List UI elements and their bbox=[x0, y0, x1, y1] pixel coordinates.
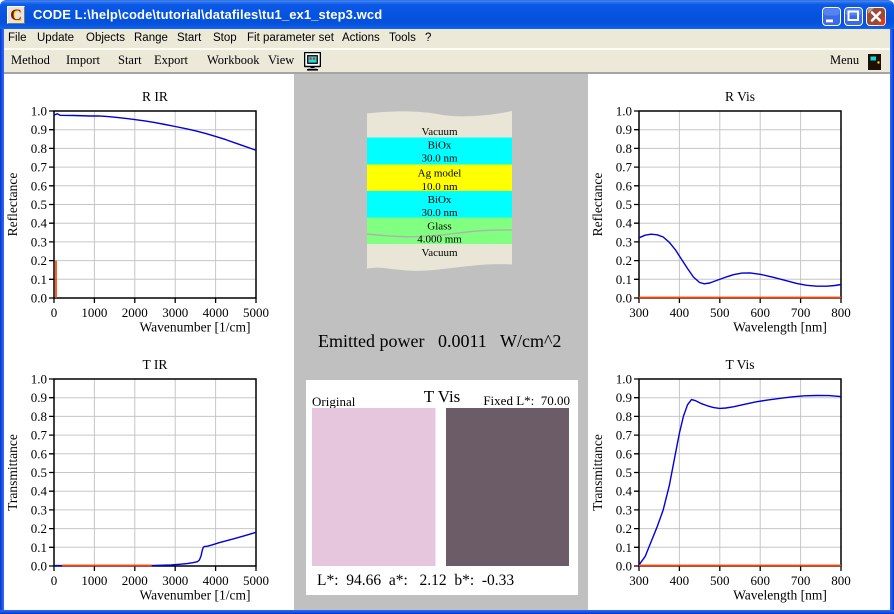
svg-text:4.000 mm: 4.000 mm bbox=[417, 234, 462, 246]
svg-text:1.0: 1.0 bbox=[616, 104, 632, 119]
svg-text:Fixed L*: 70.00: Fixed L*: 70.00 bbox=[483, 393, 570, 408]
svg-text:0.4: 0.4 bbox=[616, 216, 633, 231]
svg-text:Reflectance: Reflectance bbox=[590, 173, 605, 237]
svg-text:0.6: 0.6 bbox=[616, 446, 633, 461]
svg-text:T IR: T IR bbox=[143, 357, 168, 372]
svg-text:Wavenumber [1/cm]: Wavenumber [1/cm] bbox=[140, 588, 251, 603]
svg-text:Emitted power 0.0011 W/cm^: Emitted power 0.0011 W/cm^2 bbox=[318, 331, 561, 351]
svg-text:0.6: 0.6 bbox=[31, 446, 48, 461]
svg-text:1.0: 1.0 bbox=[616, 372, 632, 387]
svg-text:5000: 5000 bbox=[243, 305, 269, 320]
svg-text:0.6: 0.6 bbox=[616, 178, 633, 193]
svg-text:500: 500 bbox=[710, 305, 730, 320]
svg-text:0.5: 0.5 bbox=[31, 465, 47, 480]
svg-text:0.0: 0.0 bbox=[616, 291, 632, 306]
svg-text:Wavelength [nm]: Wavelength [nm] bbox=[733, 588, 827, 603]
svg-text:800: 800 bbox=[831, 305, 851, 320]
svg-text:0.1: 0.1 bbox=[616, 272, 632, 287]
svg-text:1000: 1000 bbox=[81, 305, 107, 320]
svg-text:R Vis: R Vis bbox=[725, 89, 755, 104]
svg-text:300: 300 bbox=[629, 305, 649, 320]
svg-text:0.8: 0.8 bbox=[31, 409, 47, 424]
svg-text:3000: 3000 bbox=[162, 305, 188, 320]
svg-text:30.0 nm: 30.0 nm bbox=[421, 207, 458, 219]
svg-text:Ag model: Ag model bbox=[418, 168, 462, 180]
svg-text:0.5: 0.5 bbox=[31, 197, 47, 212]
svg-text:0.7: 0.7 bbox=[31, 160, 48, 175]
svg-text:0.1: 0.1 bbox=[31, 540, 47, 555]
svg-text:0.0: 0.0 bbox=[616, 559, 632, 574]
svg-text:0.2: 0.2 bbox=[31, 253, 47, 268]
svg-text:30.0 nm: 30.0 nm bbox=[421, 153, 458, 165]
svg-text:0.7: 0.7 bbox=[31, 428, 48, 443]
svg-text:0: 0 bbox=[51, 573, 58, 588]
svg-text:0.5: 0.5 bbox=[616, 197, 632, 212]
svg-text:Transmittance: Transmittance bbox=[5, 434, 20, 511]
svg-text:Original: Original bbox=[312, 394, 356, 409]
svg-text:Vacuum: Vacuum bbox=[421, 126, 457, 138]
svg-text:5000: 5000 bbox=[243, 573, 269, 588]
svg-text:600: 600 bbox=[750, 573, 770, 588]
svg-text:0.2: 0.2 bbox=[616, 521, 632, 536]
svg-text:700: 700 bbox=[791, 305, 811, 320]
svg-text:600: 600 bbox=[750, 305, 770, 320]
svg-text:0.9: 0.9 bbox=[616, 122, 632, 137]
svg-text:0.3: 0.3 bbox=[31, 234, 47, 249]
svg-text:0.8: 0.8 bbox=[616, 141, 632, 156]
svg-text:BiOx: BiOx bbox=[428, 194, 452, 206]
svg-text:T Vis: T Vis bbox=[725, 357, 754, 372]
svg-text:800: 800 bbox=[831, 573, 851, 588]
svg-text:0.1: 0.1 bbox=[616, 540, 632, 555]
svg-text:Wavelength [nm]: Wavelength [nm] bbox=[733, 320, 827, 335]
svg-text:Vacuum: Vacuum bbox=[421, 247, 457, 259]
svg-text:0.8: 0.8 bbox=[616, 409, 632, 424]
svg-text:0.3: 0.3 bbox=[616, 502, 632, 517]
svg-text:1.0: 1.0 bbox=[31, 372, 47, 387]
svg-text:500: 500 bbox=[710, 573, 730, 588]
svg-text:1.0: 1.0 bbox=[31, 104, 47, 119]
svg-text:0.6: 0.6 bbox=[31, 178, 48, 193]
svg-text:0.7: 0.7 bbox=[616, 160, 633, 175]
svg-text:0.3: 0.3 bbox=[31, 502, 47, 517]
svg-text:0.1: 0.1 bbox=[31, 272, 47, 287]
svg-text:400: 400 bbox=[670, 573, 690, 588]
svg-text:0: 0 bbox=[51, 305, 58, 320]
svg-text:700: 700 bbox=[791, 573, 811, 588]
svg-text:0.0: 0.0 bbox=[31, 559, 47, 574]
svg-text:Glass: Glass bbox=[427, 220, 451, 232]
svg-text:2000: 2000 bbox=[122, 305, 148, 320]
svg-text:3000: 3000 bbox=[162, 573, 188, 588]
svg-text:0.5: 0.5 bbox=[616, 465, 632, 480]
svg-text:4000: 4000 bbox=[203, 573, 229, 588]
svg-text:0.9: 0.9 bbox=[31, 122, 47, 137]
svg-text:Transmittance: Transmittance bbox=[590, 434, 605, 511]
svg-text:T Vis: T Vis bbox=[424, 387, 461, 406]
svg-text:BiOx: BiOx bbox=[428, 140, 452, 152]
svg-text:0.9: 0.9 bbox=[31, 390, 47, 405]
svg-text:0.4: 0.4 bbox=[31, 216, 48, 231]
svg-text:R IR: R IR bbox=[142, 89, 168, 104]
svg-text:300: 300 bbox=[629, 573, 649, 588]
svg-text:Reflectance: Reflectance bbox=[5, 173, 20, 237]
svg-text:0.4: 0.4 bbox=[31, 484, 48, 499]
svg-text:0.0: 0.0 bbox=[31, 291, 47, 306]
svg-text:0.2: 0.2 bbox=[31, 521, 47, 536]
svg-text:Wavenumber [1/cm]: Wavenumber [1/cm] bbox=[140, 320, 251, 335]
svg-text:0.3: 0.3 bbox=[616, 234, 632, 249]
svg-text:0.7: 0.7 bbox=[616, 428, 633, 443]
svg-text:400: 400 bbox=[670, 305, 690, 320]
svg-text:2000: 2000 bbox=[122, 573, 148, 588]
svg-text:0.9: 0.9 bbox=[616, 390, 632, 405]
svg-text:0.4: 0.4 bbox=[616, 484, 633, 499]
svg-text:4000: 4000 bbox=[203, 305, 229, 320]
svg-text:L*: 94.66 a*: 2.12 b*: -: L*: 94.66 a*: 2.12 b*: -0.33 bbox=[317, 572, 514, 589]
svg-text:10.0 nm: 10.0 nm bbox=[421, 181, 458, 193]
svg-text:0.8: 0.8 bbox=[31, 141, 47, 156]
svg-text:1000: 1000 bbox=[81, 573, 107, 588]
svg-text:0.2: 0.2 bbox=[616, 253, 632, 268]
